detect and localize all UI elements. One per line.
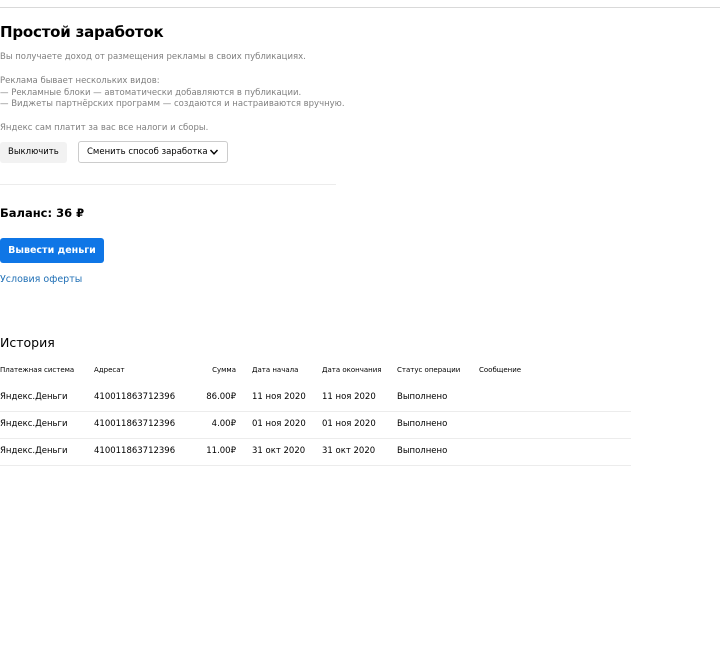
cell-amount: 11.00₽ bbox=[206, 446, 236, 456]
taxes-note: Яндекс сам платит за вас все налоги и сб… bbox=[0, 123, 209, 133]
page-title: Простой заработок bbox=[0, 23, 164, 41]
column-header-status: Статус операции bbox=[397, 366, 461, 374]
cell-recipient: 410011863712396 bbox=[94, 446, 176, 456]
cell-system: Яндекс.Деньги bbox=[0, 392, 68, 402]
column-header-system: Платежная система bbox=[0, 366, 75, 374]
change-earning-method-label: Сменить способ заработка bbox=[87, 147, 208, 157]
column-header-message: Сообщение bbox=[479, 366, 522, 374]
cell-start-date: 11 ноя 2020 bbox=[252, 392, 306, 402]
top-divider bbox=[0, 7, 720, 8]
balance-amount: Баланс: 36 ₽ bbox=[0, 206, 85, 220]
cell-end-date: 01 ноя 2020 bbox=[322, 419, 376, 429]
table-row: Яндекс.Деньги 410011863712396 4.00₽ 01 н… bbox=[0, 411, 631, 439]
column-header-end-date: Дата окончания bbox=[322, 366, 382, 374]
history-title: История bbox=[0, 335, 55, 350]
offer-terms-link[interactable]: Условия оферты bbox=[0, 274, 82, 285]
intro-text: Вы получаете доход от размещения рекламы… bbox=[0, 52, 306, 62]
cell-end-date: 31 окт 2020 bbox=[322, 446, 376, 456]
cell-status: Выполнено bbox=[397, 419, 448, 429]
cell-status: Выполнено bbox=[397, 392, 448, 402]
table-row: Яндекс.Деньги 410011863712396 11.00₽ 31 … bbox=[0, 438, 631, 466]
section-divider bbox=[0, 184, 336, 185]
cell-start-date: 01 ноя 2020 bbox=[252, 419, 306, 429]
cell-system: Яндекс.Деньги bbox=[0, 419, 68, 429]
withdraw-money-button[interactable]: Вывести деньги bbox=[0, 238, 104, 263]
column-header-start-date: Дата начала bbox=[252, 366, 299, 374]
cell-recipient: 410011863712396 bbox=[94, 419, 176, 429]
ad-type-widgets: — Виджеты партнёрских программ — создают… bbox=[0, 99, 345, 109]
column-header-amount: Сумма bbox=[212, 366, 236, 374]
cell-system: Яндекс.Деньги bbox=[0, 446, 68, 456]
chevron-down-icon bbox=[209, 149, 219, 155]
table-row: Яндекс.Деньги 410011863712396 86.00₽ 11 … bbox=[0, 384, 631, 412]
cell-amount: 86.00₽ bbox=[206, 392, 236, 402]
cell-recipient: 410011863712396 bbox=[94, 392, 176, 402]
column-header-recipient: Адресат bbox=[94, 366, 125, 374]
cell-amount: 4.00₽ bbox=[211, 419, 236, 429]
ad-types-heading: Реклама бывает нескольких видов: bbox=[0, 76, 160, 86]
change-earning-method-button[interactable]: Сменить способ заработка bbox=[78, 141, 228, 163]
cell-end-date: 11 ноя 2020 bbox=[322, 392, 376, 402]
disable-button[interactable]: Выключить bbox=[0, 142, 67, 163]
cell-status: Выполнено bbox=[397, 446, 448, 456]
cell-start-date: 31 окт 2020 bbox=[252, 446, 306, 456]
